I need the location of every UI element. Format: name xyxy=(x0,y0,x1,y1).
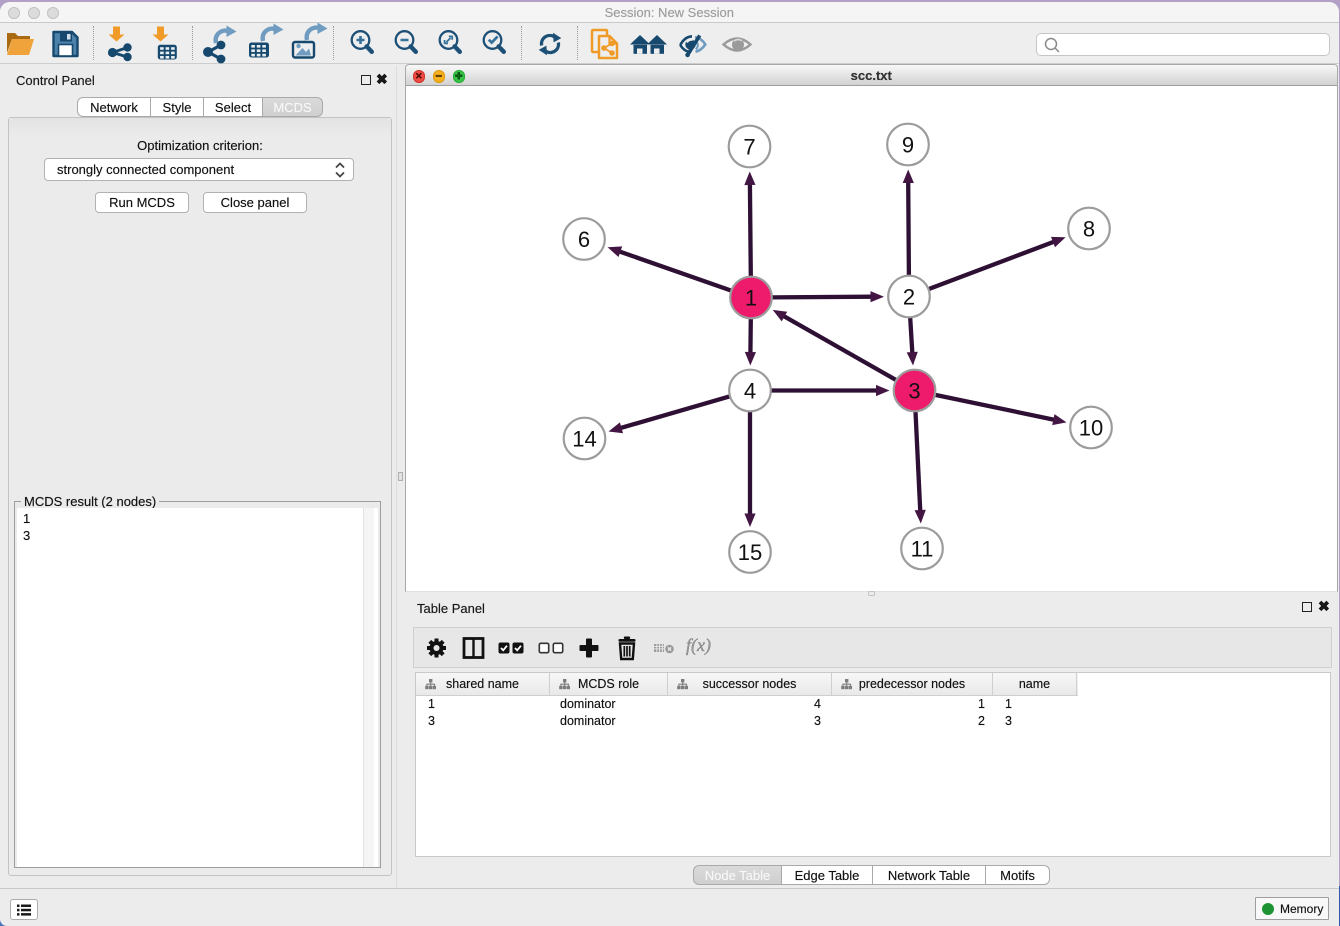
svg-text:6: 6 xyxy=(578,227,590,252)
svg-text:10: 10 xyxy=(1079,416,1103,441)
svg-text:8: 8 xyxy=(1083,217,1095,242)
svg-text:11: 11 xyxy=(911,537,934,562)
svg-text:14: 14 xyxy=(572,427,596,452)
svg-text:9: 9 xyxy=(902,133,914,158)
svg-text:1: 1 xyxy=(745,286,757,311)
svg-text:3: 3 xyxy=(908,379,920,404)
svg-text:7: 7 xyxy=(743,135,755,160)
svg-text:2: 2 xyxy=(903,285,915,310)
svg-text:4: 4 xyxy=(744,379,756,404)
svg-text:15: 15 xyxy=(738,540,762,565)
